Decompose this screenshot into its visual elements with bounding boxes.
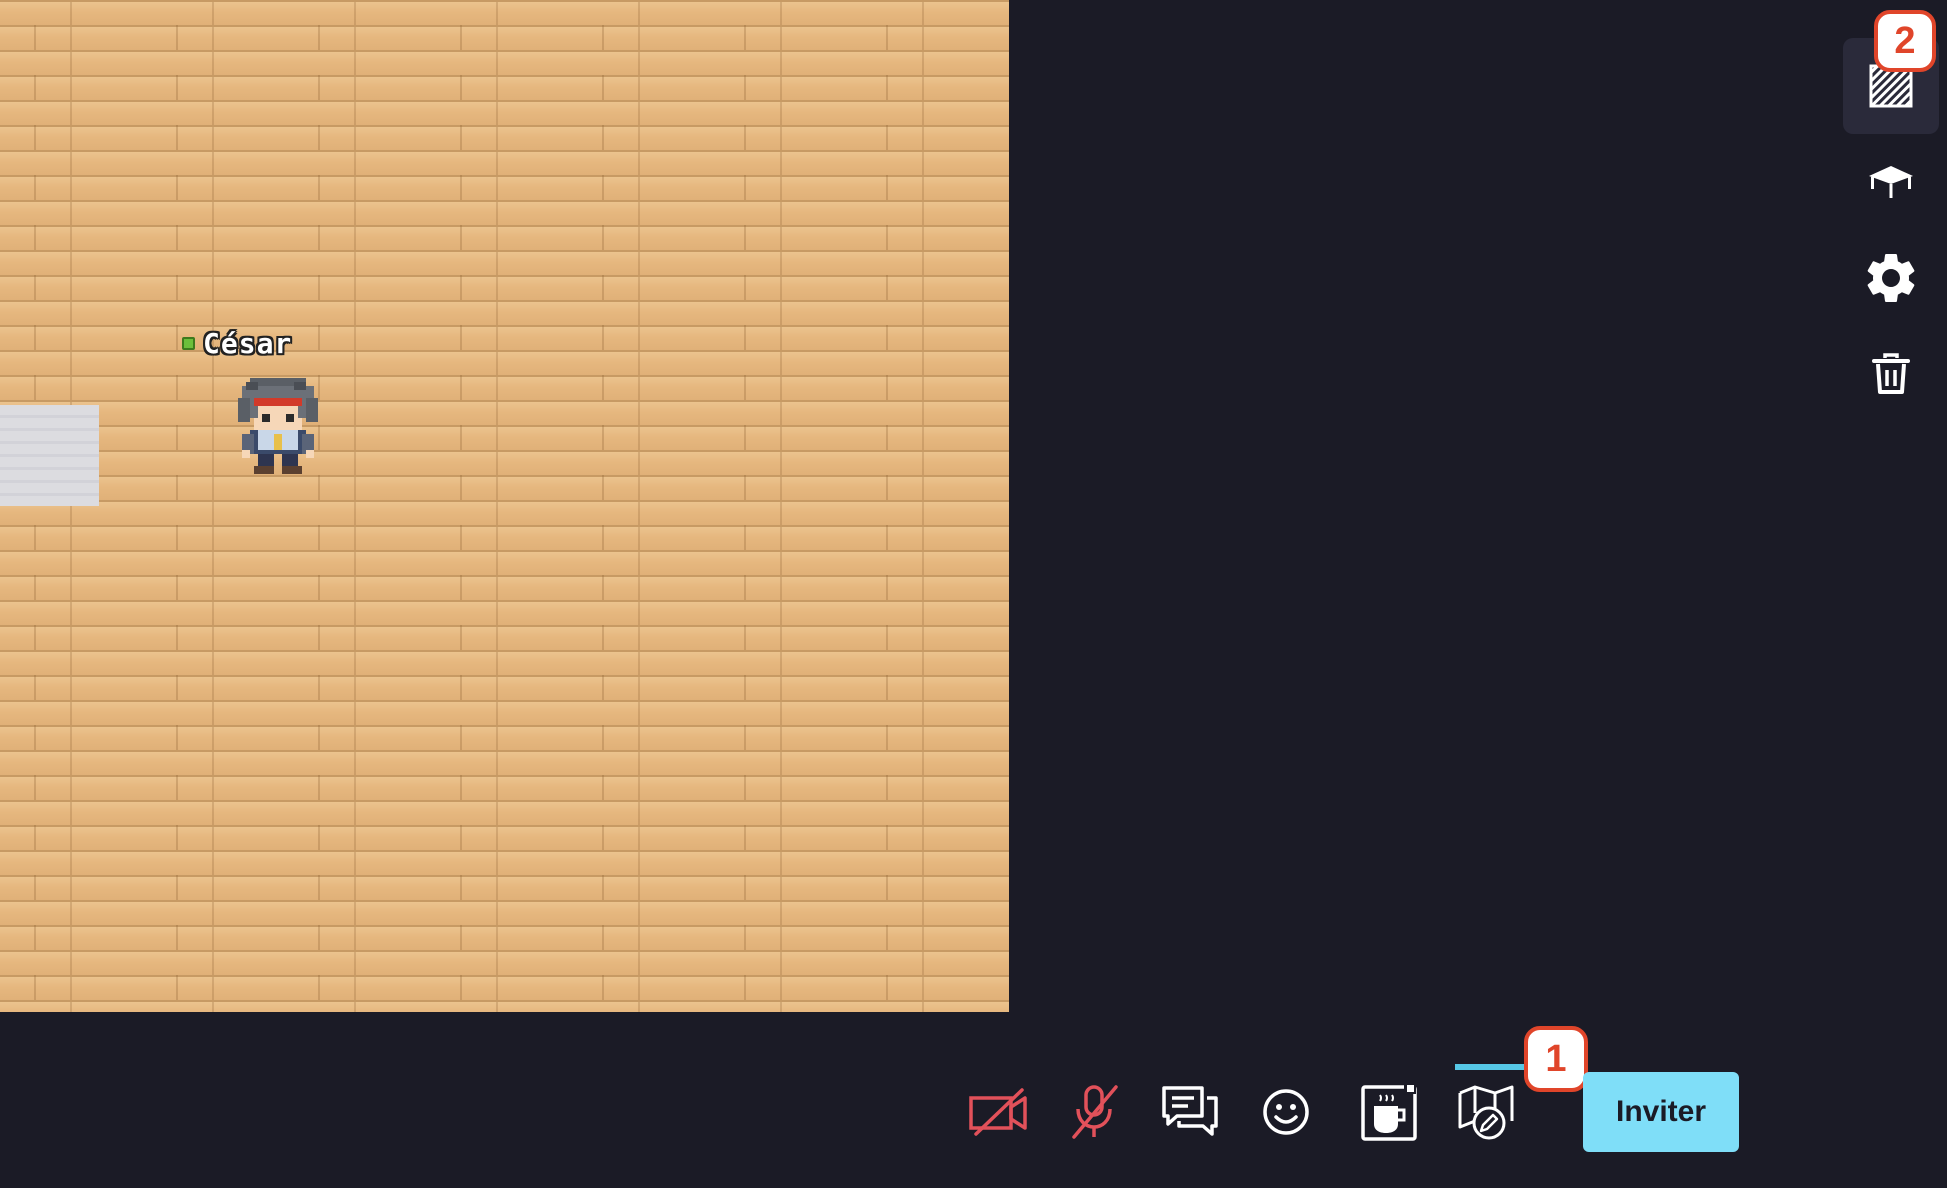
player-name: César xyxy=(203,326,293,360)
action-bar xyxy=(950,1080,1534,1144)
grey-rug xyxy=(0,405,99,506)
invite-button[interactable]: Inviter xyxy=(1583,1072,1739,1152)
map-editor-active-indicator xyxy=(1455,1064,1525,1070)
step-badge-2: 2 xyxy=(1874,10,1936,72)
map-edit-icon xyxy=(1458,1085,1514,1140)
microphone-off-icon xyxy=(1072,1085,1118,1139)
step-badge-1: 1 xyxy=(1524,1026,1588,1092)
platform-button[interactable] xyxy=(1843,134,1939,230)
table-icon xyxy=(1869,166,1913,198)
coffee-cup-icon xyxy=(1361,1084,1417,1141)
chat-button[interactable] xyxy=(1142,1080,1238,1144)
microphone-toggle-button[interactable] xyxy=(1046,1080,1142,1144)
camera-toggle-button[interactable] xyxy=(950,1080,1046,1144)
side-menu xyxy=(1835,38,1947,422)
map-editor-button[interactable] xyxy=(1438,1080,1534,1144)
delete-button[interactable] xyxy=(1843,326,1939,422)
player-label: César xyxy=(182,326,292,360)
online-status-dot xyxy=(182,336,195,350)
game-map[interactable]: César xyxy=(0,0,1009,1012)
smiley-icon xyxy=(1263,1089,1309,1135)
camera-off-icon xyxy=(969,1088,1027,1136)
chat-icon xyxy=(1162,1086,1218,1136)
settings-button[interactable] xyxy=(1843,230,1939,326)
player-avatar[interactable] xyxy=(234,374,322,478)
trash-icon xyxy=(1872,353,1910,394)
gear-icon xyxy=(1867,254,1915,302)
floor-planks xyxy=(0,0,1009,1012)
emoji-button[interactable] xyxy=(1238,1080,1334,1144)
break-button[interactable] xyxy=(1342,1080,1438,1144)
